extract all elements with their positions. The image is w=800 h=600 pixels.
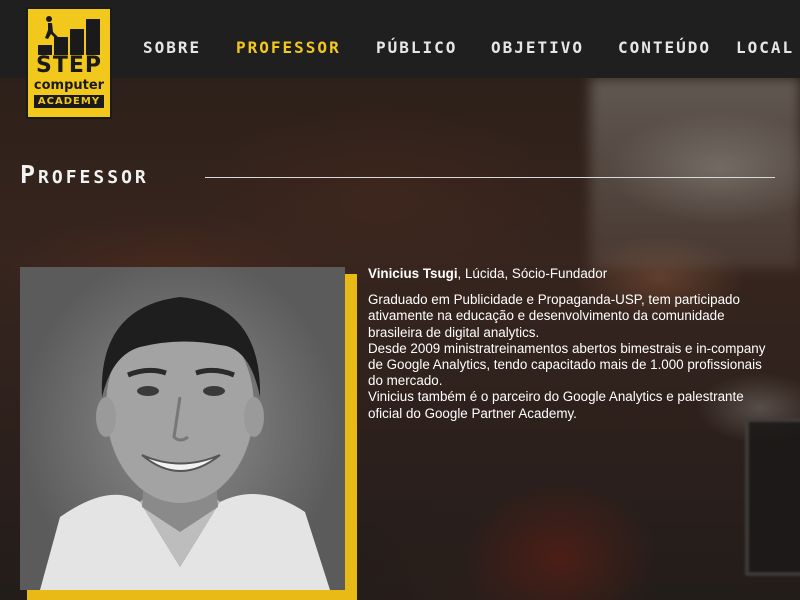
- logo-academy-text: ACADEMY: [34, 95, 104, 108]
- section-title: Professor: [20, 160, 149, 189]
- nav-item-sobre[interactable]: SOBRE: [143, 38, 201, 57]
- nav-item-publico[interactable]: PÚBLICO: [376, 38, 457, 57]
- professor-name: Vinicius Tsugi: [368, 266, 458, 281]
- nav-item-professor[interactable]: PROFESSOR: [236, 38, 341, 57]
- logo-step-text: STEP: [35, 53, 102, 78]
- professor-role: , Lúcida, Sócio-Fundador: [457, 266, 608, 281]
- section-title-text: Professor: [20, 160, 149, 189]
- climber-on-steps-icon: [38, 16, 100, 55]
- step-computer-academy-logo[interactable]: STEP computer ACADEMY: [26, 7, 112, 119]
- nav-item-objetivo[interactable]: OBJETIVO: [491, 38, 584, 57]
- top-navigation-bar: SOBRE PROFESSOR PÚBLICO OBJETIVO CONTEÚD…: [0, 0, 800, 78]
- nav-item-local[interactable]: LOCAL: [736, 38, 794, 57]
- portrait-illustration: [40, 297, 330, 590]
- bio-paragraph-1: Graduado em Publicidade e Propaganda-USP…: [368, 292, 740, 340]
- bio-paragraph-2: Desde 2009 ministratreinamentos abertos …: [368, 340, 766, 389]
- nav-item-conteudo[interactable]: CONTEÚDO: [618, 38, 711, 57]
- professor-bio: Vinicius Tsugi, Lúcida, Sócio-Fundador G…: [368, 266, 768, 422]
- professor-photo: [20, 267, 345, 590]
- logo-computer-text: computer: [33, 78, 105, 93]
- professor-heading: Vinicius Tsugi, Lúcida, Sócio-Fundador: [368, 266, 768, 282]
- bio-paragraph-3: Vinicius também é o parceiro do Google A…: [368, 389, 744, 421]
- title-divider: [205, 177, 775, 178]
